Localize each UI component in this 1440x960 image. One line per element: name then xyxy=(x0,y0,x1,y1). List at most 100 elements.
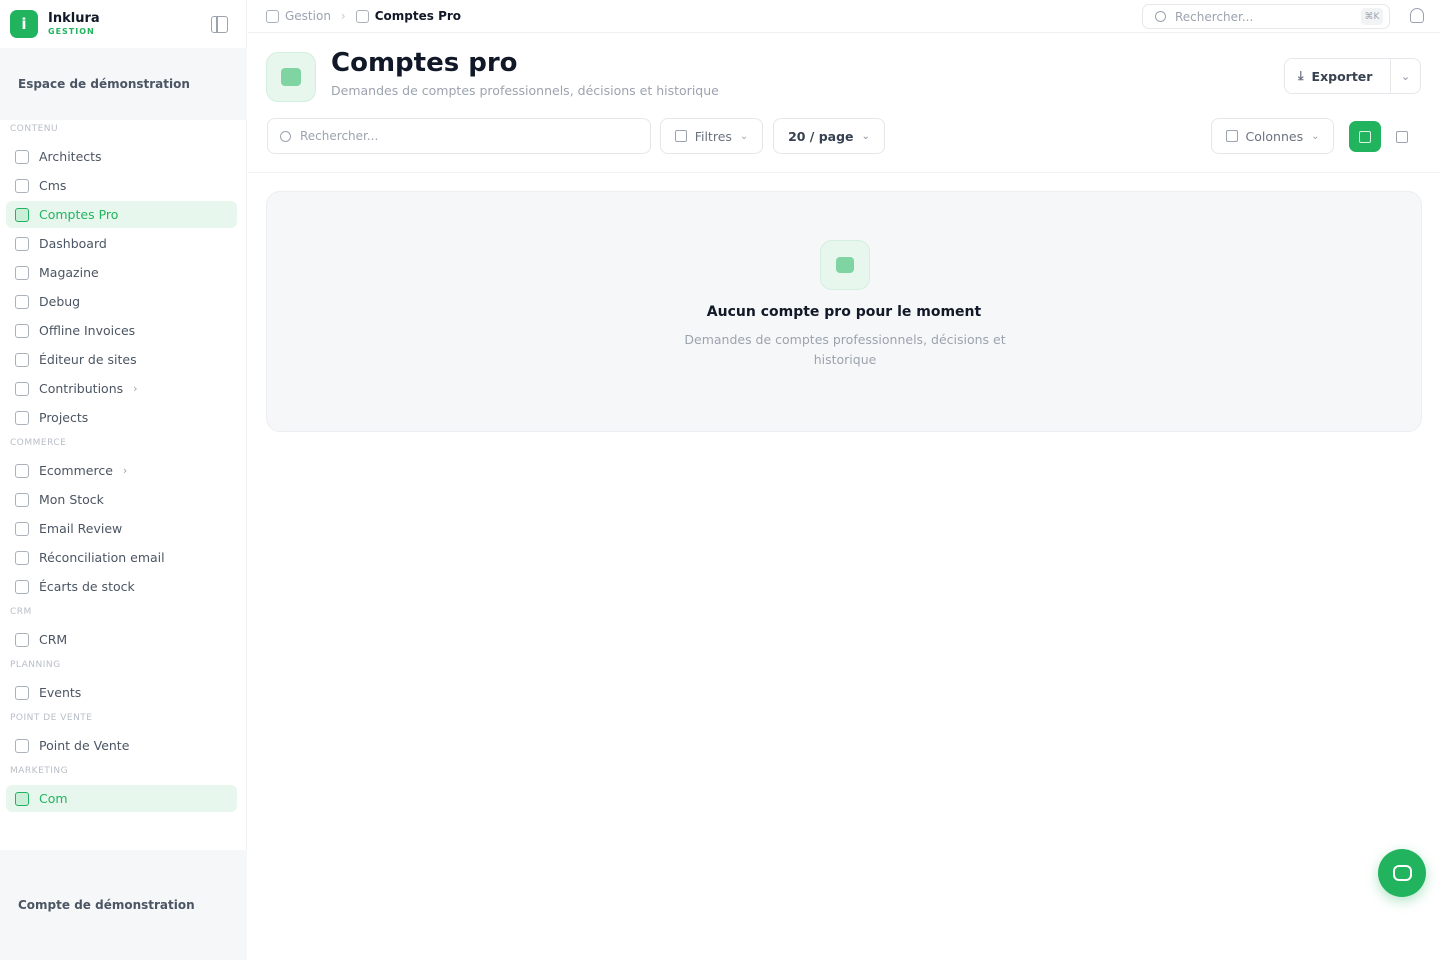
sidebar-item-label: Magazine xyxy=(39,265,99,280)
sidebar-item-label: Architects xyxy=(39,149,102,164)
sidebar-item-label: Projects xyxy=(39,410,89,425)
brand-name: Inklura xyxy=(48,11,100,26)
sidebar-item-label: Offline Invoices xyxy=(39,323,136,338)
page-title: Comptes pro xyxy=(331,48,518,78)
sidebar-item-ecarts-de-stock[interactable]: Écarts de stock xyxy=(6,573,237,600)
download-icon: ⤓ xyxy=(1298,68,1304,83)
contributions-icon xyxy=(15,381,29,396)
magazine-icon xyxy=(15,265,29,280)
export-dropdown-chevron-icon[interactable]: ⌄ xyxy=(1391,70,1420,83)
sidebar-item-label: Debug xyxy=(39,294,81,309)
shortcut-badge: ⌘K xyxy=(1361,8,1383,25)
sidebar-item-label: Ecommerce xyxy=(39,463,113,478)
nav-group-title: CRM xyxy=(10,607,32,617)
sidebar-item-label: Éditeur de sites xyxy=(39,352,137,367)
global-search-placeholder: Rechercher... xyxy=(1175,9,1254,24)
breadcrumb: Gestion › Comptes Pro xyxy=(248,9,461,23)
nav-group-title: Planning xyxy=(10,660,61,670)
grid-icon xyxy=(1396,130,1408,143)
sidebar-item-label: Events xyxy=(39,685,82,700)
sidebar-item-label: Email Review xyxy=(39,521,123,536)
briefcase-icon xyxy=(836,257,854,273)
global-search-input[interactable]: Rechercher... ⌘K xyxy=(1142,4,1390,29)
sidebar-item-label: CRM xyxy=(39,632,68,647)
account-switcher[interactable]: Compte de démonstration xyxy=(0,850,247,960)
brand-logo-icon: i xyxy=(10,10,38,38)
sidebar-item-label: Cms xyxy=(39,178,67,193)
sidebar-item-offline-invoices[interactable]: Offline Invoices xyxy=(6,317,237,344)
table-search-input[interactable]: Rechercher... xyxy=(267,118,651,154)
sidebar-collapse-icon[interactable] xyxy=(211,16,228,33)
sidebar-item-label: Mon Stock xyxy=(39,492,104,507)
sidebar-item-mon-stock[interactable]: Mon Stock xyxy=(6,486,237,513)
search-icon xyxy=(280,130,291,142)
sidebar-item-point-de-vente[interactable]: Point de Vente xyxy=(6,732,237,759)
per-page-select[interactable]: 20 / page ⌄ xyxy=(773,118,885,154)
chevron-right-icon: › xyxy=(122,464,128,477)
sidebar-item-magazine[interactable]: Magazine xyxy=(6,259,237,286)
workspace-switcher[interactable]: Espace de démonstration xyxy=(0,48,247,120)
cart-icon xyxy=(15,550,29,565)
topbar: Gestion › Comptes Pro Rechercher... ⌘K xyxy=(248,0,1440,33)
breadcrumb-home[interactable]: Gestion xyxy=(285,9,331,23)
nav-group-title: Point de vente xyxy=(10,713,93,723)
sidebar-item-label: Réconciliation email xyxy=(39,550,165,565)
sidebar-item-crm[interactable]: CRM xyxy=(6,626,237,653)
sidebar-item-label: Comptes Pro xyxy=(39,207,119,222)
store-icon xyxy=(15,738,29,753)
breadcrumb-separator-icon: › xyxy=(340,9,346,23)
sidebar-item-ecommerce[interactable]: Ecommerce › xyxy=(6,457,237,484)
nav-group-title: Contenu xyxy=(10,124,59,134)
briefcase-icon xyxy=(355,9,369,23)
export-button[interactable]: ⤓ Exporter xyxy=(1285,59,1391,93)
sidebar-item-projects[interactable]: Projects xyxy=(6,404,237,431)
sidebar-item-architects[interactable]: Architects xyxy=(6,143,237,170)
home-icon xyxy=(266,9,279,23)
sidebar-item-reconciliation-email[interactable]: Réconciliation email xyxy=(6,544,237,571)
sidebar-item-editeur-de-sites[interactable]: Éditeur de sites xyxy=(6,346,237,373)
sidebar-item-email-review[interactable]: Email Review xyxy=(6,515,237,542)
invoice-icon xyxy=(15,323,29,338)
nav-group-title: Commerce xyxy=(10,438,67,448)
grid-view-toggle[interactable] xyxy=(1386,121,1418,152)
sidebar-item-label: Dashboard xyxy=(39,236,107,251)
folder-icon xyxy=(15,410,29,425)
cart-icon xyxy=(15,579,29,594)
sidebar-item-label: Contributions xyxy=(39,381,124,396)
sidebar-item-comptes-pro[interactable]: Comptes Pro xyxy=(6,201,237,228)
per-page-label: 20 / page xyxy=(788,128,854,144)
sidebar: i Inklura GESTION Espace de démonstratio… xyxy=(0,0,247,960)
notifications-bell-icon[interactable] xyxy=(1410,8,1424,23)
brand-logo[interactable]: i Inklura GESTION xyxy=(0,0,247,48)
terminal-icon xyxy=(15,352,29,367)
chevron-down-icon: ⌄ xyxy=(1311,130,1320,142)
list-icon xyxy=(1359,130,1371,143)
megaphone-icon xyxy=(15,791,29,806)
sidebar-item-dashboard[interactable]: Dashboard xyxy=(6,230,237,257)
brand-subtitle: GESTION xyxy=(48,27,95,36)
chat-bubble-icon xyxy=(1392,865,1412,881)
sidebar-item-debug[interactable]: Debug xyxy=(6,288,237,315)
chat-button[interactable] xyxy=(1378,849,1426,897)
columns-button[interactable]: Colonnes ⌄ xyxy=(1211,118,1334,154)
dashboard-icon xyxy=(15,236,29,251)
sidebar-item-cms[interactable]: Cms xyxy=(6,172,237,199)
sidebar-item-contributions[interactable]: Contributions › xyxy=(6,375,237,402)
filters-button[interactable]: Filtres ⌄ xyxy=(660,118,763,154)
export-label: Exporter xyxy=(1311,68,1373,84)
cart-icon xyxy=(15,492,29,507)
user-icon xyxy=(15,632,29,647)
divider xyxy=(248,172,1440,173)
calendar-icon xyxy=(15,685,29,700)
export-button-group: ⤓ Exporter ⌄ xyxy=(1284,58,1421,94)
table-search-placeholder: Rechercher... xyxy=(300,129,379,143)
columns-label: Colonnes xyxy=(1245,128,1304,144)
briefcase-icon xyxy=(15,207,29,222)
breadcrumb-current: Comptes Pro xyxy=(374,9,462,23)
sidebar-item-events[interactable]: Events xyxy=(6,679,237,706)
building-icon xyxy=(15,149,29,164)
sidebar-item-com[interactable]: Com xyxy=(6,785,237,812)
briefcase-icon xyxy=(281,68,301,86)
filters-label: Filtres xyxy=(694,128,732,144)
list-view-toggle[interactable] xyxy=(1349,121,1381,152)
